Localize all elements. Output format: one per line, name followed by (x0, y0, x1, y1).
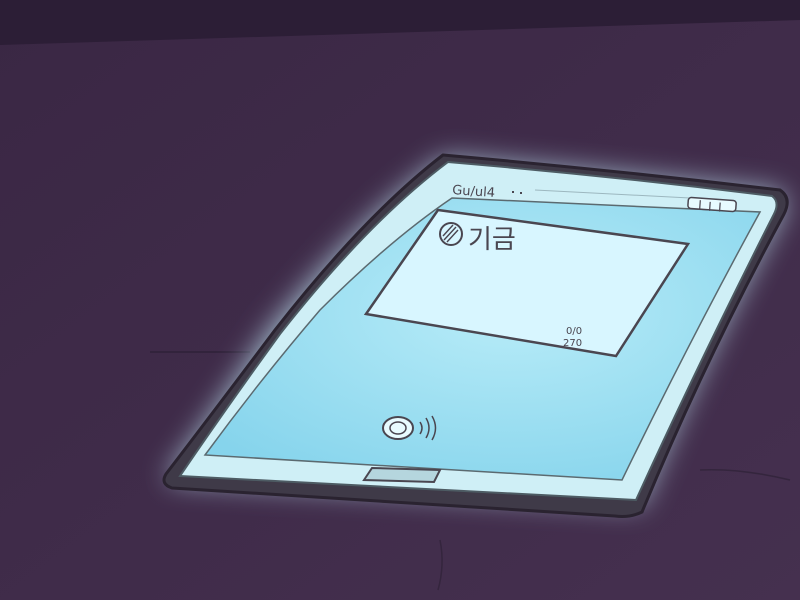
notification-title: 기금 (468, 225, 516, 255)
notification-footer-line2: 270 (563, 338, 582, 349)
home-button-icon[interactable] (382, 416, 414, 440)
battery-icon (687, 196, 737, 213)
scene: Gu/ul4 기금 0/0 270 (0, 0, 800, 600)
notification-footer-line1: 0/0 (566, 326, 582, 337)
physical-home-button[interactable] (362, 466, 442, 484)
carrier-text: Gu/ul4 (452, 183, 496, 201)
